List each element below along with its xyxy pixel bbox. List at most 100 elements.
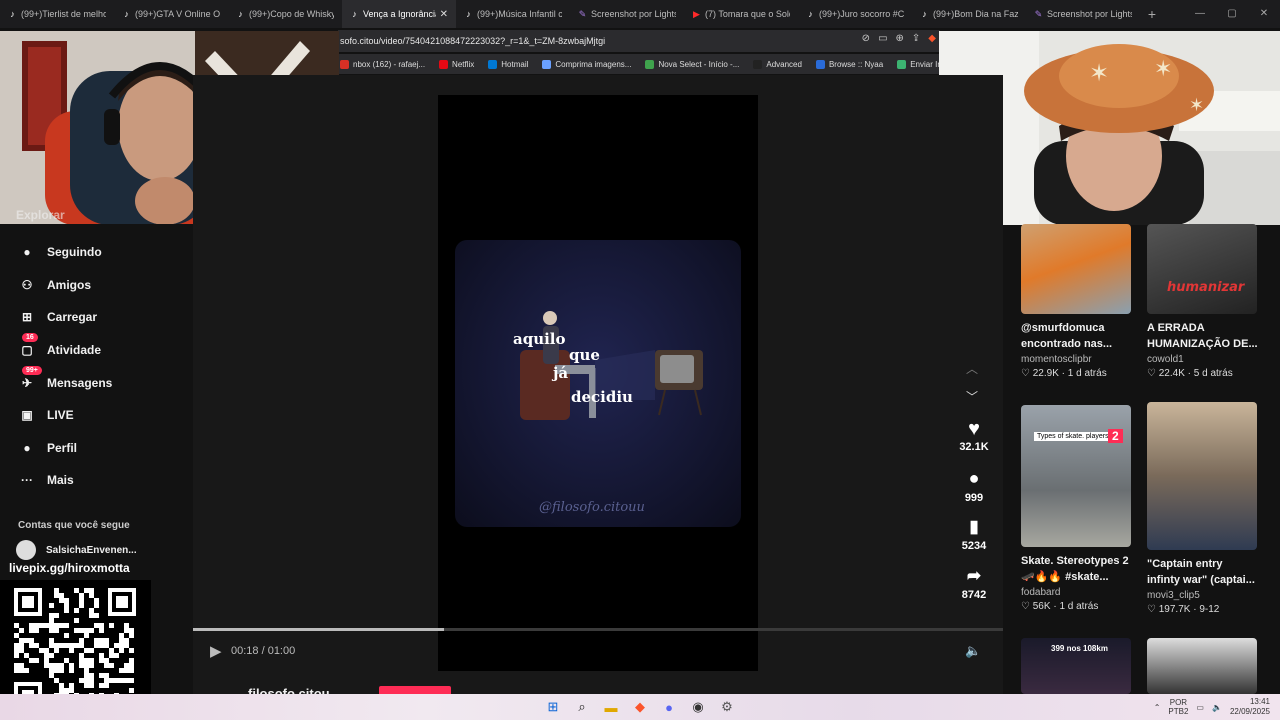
tiktok-icon: ♪ — [10, 9, 15, 19]
next-video-icon[interactable]: ﹀ — [966, 388, 978, 405]
caption-word-3: já — [553, 364, 569, 382]
bookmark-icon — [488, 59, 498, 69]
sidebar-item-mais[interactable]: ··· Mais — [16, 469, 74, 491]
brave-icon[interactable]: ◆ — [630, 697, 650, 717]
sidebar-item-label: LIVE — [47, 408, 74, 422]
brave-shield-icon[interactable]: ◆ — [928, 33, 936, 44]
tray-chevron-icon[interactable]: ⌃ — [1154, 703, 1161, 712]
settings-gear-icon[interactable]: ⚙ — [717, 697, 737, 717]
browser-tab[interactable]: ♪ (99+)Bom Dia na Faze — [912, 0, 1026, 28]
language-indicator[interactable]: POR PTB2 — [1168, 698, 1188, 716]
address-bar[interactable]: sofo.citou/video/7540421088472223032?_r=… — [338, 30, 940, 52]
browser-tab[interactable]: ♪ Vença a Ignorância ✕ — [342, 0, 456, 28]
tab-label: (99+)Tierlist de melho — [21, 9, 106, 19]
maximize-icon[interactable]: ▢ — [1216, 0, 1248, 28]
reco-thumbnail: 399 nos 108km — [1021, 638, 1131, 694]
reco-card-2[interactable]: humanizar A ERRADA HUMANIZAÇÃO DE... cowo… — [1147, 224, 1259, 379]
close-window-icon[interactable]: ✕ — [1248, 0, 1280, 28]
caption-word-4: decidiu — [571, 388, 633, 406]
browser-tab[interactable]: ♪ (99+)GTA V Online Ou — [114, 0, 228, 28]
sidebar-item-perfil[interactable]: ● Perfil — [16, 437, 77, 459]
previous-video-icon[interactable]: ︿ — [966, 360, 978, 377]
reco-thumbnail: humanizar — [1147, 224, 1257, 314]
reco-card-4[interactable]: "Captain entry infinty war" (captai... mo… — [1147, 402, 1259, 615]
account-avatar — [16, 540, 36, 560]
follow-button[interactable] — [379, 686, 451, 694]
bookmark-item[interactable]: Netflix — [439, 59, 474, 69]
reco-stats: ♡ 22.4K · 5 d atrás — [1147, 368, 1233, 379]
video-watermark: @filosofo.citouu — [539, 500, 645, 515]
reco-card-3[interactable]: Types of skate. players 2 Skate. Stereot… — [1021, 405, 1133, 612]
feather-icon: ✎ — [1034, 8, 1043, 19]
comment-action[interactable]: ● 999 — [955, 468, 993, 504]
bookmark-item[interactable]: Comprima imagens... — [542, 59, 631, 69]
browser-tab[interactable]: ♪ (99+)Tierlist de melho — [0, 0, 114, 28]
play-icon[interactable]: ▶ — [210, 642, 222, 660]
bookmark-item[interactable]: Hotmail — [488, 59, 528, 69]
bookmark-item[interactable]: Enviar Imagem — [897, 59, 940, 69]
new-tab-button[interactable]: + — [1140, 6, 1164, 22]
discord-icon[interactable]: ● — [659, 697, 679, 717]
close-tab-icon[interactable]: ✕ — [440, 9, 448, 20]
bookmark-item[interactable]: Advanced — [753, 59, 802, 69]
search-icon[interactable]: ⌕ — [572, 697, 592, 717]
svg-text:✶: ✶ — [1089, 60, 1109, 87]
windows-start-icon[interactable]: ⊞ — [543, 697, 563, 717]
sidebar-item-label: Amigos — [47, 278, 92, 292]
followed-accounts-title: Contas que você segue — [18, 520, 130, 531]
file-explorer-icon[interactable]: ▬ — [601, 697, 621, 717]
share-action[interactable]: ➦ 8742 — [955, 566, 993, 601]
tiktok-icon: ♪ — [124, 9, 129, 19]
comment-icon: ● — [968, 468, 980, 488]
heart-outline-icon: ♡ — [1021, 368, 1033, 379]
sidebar-item-live[interactable]: ▣ LIVE — [16, 404, 74, 426]
url-text: sofo.citou/video/7540421088472223032?_r=… — [340, 36, 606, 46]
tab-label: (99+)Bom Dia na Faze — [933, 9, 1018, 19]
share-icon[interactable]: ⇪ — [912, 33, 920, 44]
sidebar-item-mensagens[interactable]: ✈ 99+ Mensagens — [16, 366, 113, 394]
clock[interactable]: 13:41 22/09/2025 — [1230, 697, 1270, 717]
save-action[interactable]: ▮ 5234 — [955, 517, 993, 552]
live-icon: ▣ — [21, 408, 33, 422]
reco-thumbnail: Types of skate. players 2 — [1021, 405, 1131, 547]
bookmarks-bar: nbox (162) - rafaej... Netflix Hotmail Comp… — [338, 54, 940, 74]
cast-icon[interactable]: ▭ — [878, 33, 887, 44]
bookmark-item[interactable]: Browse :: Nyaa — [815, 59, 883, 69]
sidebar-item-amigos[interactable]: ⚇ Amigos — [16, 274, 91, 296]
like-count: 32.1K — [959, 441, 989, 453]
sidebar-item-atividade[interactable]: ▢ 16 Atividade — [16, 333, 102, 361]
bookmark-icon — [897, 59, 907, 69]
browser-tab[interactable]: ♪ (99+)Música Infantil co — [456, 0, 570, 28]
progress-bar[interactable] — [193, 628, 1003, 631]
sidebar-item-explore[interactable]: Explorar — [16, 208, 65, 222]
video-content: aquilo que já decidiu @filosofo.citouu — [455, 240, 741, 527]
bookmark-item[interactable]: nbox (162) - rafaej... — [340, 59, 425, 69]
reco-card-5[interactable]: 399 nos 108km — [1021, 638, 1133, 694]
reco-title: @smurfdomuca encontrado nas... — [1021, 322, 1113, 350]
sidebar-item-label: Perfil — [47, 441, 78, 455]
followed-account-item[interactable]: SalsichaEnvenen... — [16, 540, 137, 560]
browser-tab[interactable]: ✎ Screenshot por Lightsh — [570, 0, 684, 28]
no-tracking-icon[interactable]: ⊘ — [862, 33, 870, 44]
tiktok-icon: ♪ — [808, 9, 813, 19]
like-action[interactable]: ♥ 32.1K — [955, 418, 993, 453]
bookmark-item[interactable]: Nova Select - Início -... — [645, 59, 739, 69]
sidebar-item-carregar[interactable]: ⊞ Carregar — [16, 306, 97, 328]
network-icon[interactable]: ▭ — [1196, 703, 1204, 712]
speaker-icon[interactable]: 🔈 — [1212, 703, 1222, 712]
volume-icon[interactable]: 🔈 — [965, 643, 981, 659]
tab-label: (99+)Música Infantil co — [477, 9, 562, 19]
sidebar-item-label: Mensagens — [47, 376, 113, 390]
sidebar-item-label: Atividade — [47, 343, 102, 357]
browser-tab[interactable]: ♪ (99+)Copo de Whisky — [228, 0, 342, 28]
followed-account-name: SalsichaEnvenen... — [46, 544, 137, 556]
reco-card-6[interactable] — [1147, 638, 1259, 694]
minimize-icon[interactable]: — — [1184, 0, 1216, 28]
obs-icon[interactable]: ◉ — [688, 697, 708, 717]
browser-tab[interactable]: ✎ Screenshot por Lightsh — [1026, 0, 1140, 28]
browser-tab[interactable]: ♪ (99+)Juro socorro #Ca — [798, 0, 912, 28]
reco-card-1[interactable]: @smurfdomuca encontrado nas... momentoscl… — [1021, 224, 1133, 379]
browser-tab[interactable]: ▶ (7) Tomara que o Sold — [684, 0, 798, 28]
zoom-icon[interactable]: ⊕ — [896, 33, 904, 44]
sidebar-item-seguindo[interactable]: ● Seguindo — [16, 241, 101, 263]
